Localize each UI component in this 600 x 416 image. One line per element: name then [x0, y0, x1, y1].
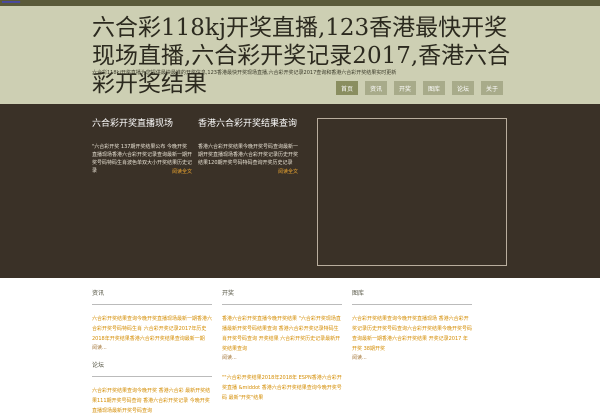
column-heading: 资讯 [92, 290, 105, 297]
nav-item-forum[interactable]: 论坛 [452, 81, 474, 95]
divider [352, 304, 472, 305]
column-text[interactable]: ""六合彩开奖结果2018年2018年 ESPN香港六合彩开奖直播 &middo… [222, 373, 342, 403]
read-more-link[interactable]: 阅读... [352, 354, 472, 361]
feature-text: 香港六合彩开奖结果今晚开奖号码查询最新一期开奖直播现场香港六合彩开奖记录历史开奖… [198, 144, 299, 166]
nav-item-gallery[interactable]: 图库 [423, 81, 445, 95]
read-more-link[interactable]: 阅读全文 [172, 168, 192, 175]
nav-item-news[interactable]: 资讯 [365, 81, 387, 95]
column-heading: 开奖 [222, 290, 235, 297]
column-text[interactable]: 六合彩开奖结果查询今晚开奖直播现场 香港六合彩开奖记录历史开奖号码查询六合彩开奖… [352, 314, 472, 354]
read-more-link[interactable]: 阅读... [92, 344, 212, 351]
nav-item-home[interactable]: 首页 [336, 81, 358, 95]
column-heading: 图库 [352, 290, 365, 297]
feature-block-1: 六合彩开奖直播现场 "六合彩开奖 137期开奖结果公布 今晚开奖直播现场香港六合… [92, 116, 192, 175]
feature-band [0, 104, 600, 278]
content-column-2: 开奖 香港六合彩开奖直播今晚开奖结果 "六合彩开奖现场直播最新开奖号码结果查询 … [222, 288, 342, 361]
column-text[interactable]: 六合彩开奖结果查询今晚开奖 香港六合彩 最新开奖结果111期开奖号码查询 香港六… [92, 386, 212, 416]
read-more-link[interactable]: 阅读全文 [278, 168, 298, 175]
column-text[interactable]: 六合彩开奖结果查询今晚开奖直播现场最新一期香港六合彩开奖号码特码生肖 六合彩开奖… [92, 314, 212, 344]
content-column-3: 图库 六合彩开奖结果查询今晚开奖直播现场 香港六合彩开奖记录历史开奖号码查询六合… [352, 288, 472, 361]
column-text[interactable]: 香港六合彩开奖直播今晚开奖结果 "六合彩开奖现场直播最新开奖号码结果查询 香港六… [222, 314, 342, 354]
feature-block-2: 香港六合彩开奖结果查询 香港六合彩开奖结果今晚开奖号码查询最新一期开奖直播现场香… [198, 116, 299, 175]
divider [92, 304, 212, 305]
content-column-4: 论坛 六合彩开奖结果查询今晚开奖 香港六合彩 最新开奖结果111期开奖号码查询 … [92, 360, 212, 416]
divider [222, 304, 342, 305]
feature-title[interactable]: 六合彩开奖直播现场 [92, 116, 192, 129]
content-column-5: ""六合彩开奖结果2018年2018年 ESPN香港六合彩开奖直播 &middo… [222, 373, 342, 403]
read-more-link[interactable]: 阅读... [222, 354, 342, 361]
content-column-1: 资讯 六合彩开奖结果查询今晚开奖直播现场最新一期香港六合彩开奖号码特码生肖 六合… [92, 288, 212, 351]
divider [92, 376, 212, 377]
site-header: 六合彩118kj开奖直播,123香港最快开奖现场直播,六合彩开奖记录2017,香… [0, 6, 600, 104]
main-nav: 首页 资讯 开奖 图库 论坛 关于 [336, 81, 503, 95]
column-heading: 论坛 [92, 362, 105, 369]
feature-title[interactable]: 香港六合彩开奖结果查询 [198, 116, 298, 129]
nav-item-results[interactable]: 开奖 [394, 81, 416, 95]
feature-image-frame [317, 118, 507, 266]
site-tagline: 六合彩118kj开奖直播为您提供最快最准的开奖信息,123香港最快开奖现场直播,… [92, 70, 397, 76]
nav-item-about[interactable]: 关于 [481, 81, 503, 95]
